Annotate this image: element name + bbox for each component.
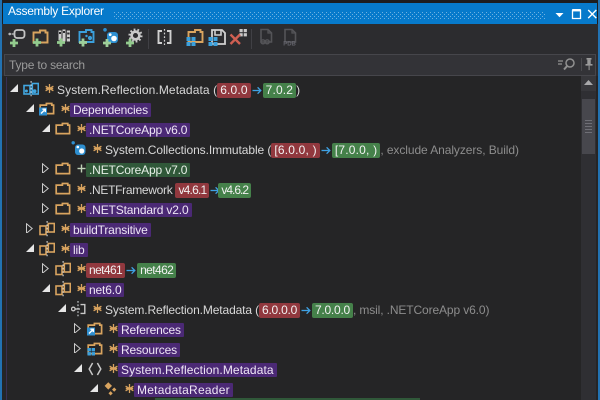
svg-text:PDB: PDB — [283, 41, 296, 47]
